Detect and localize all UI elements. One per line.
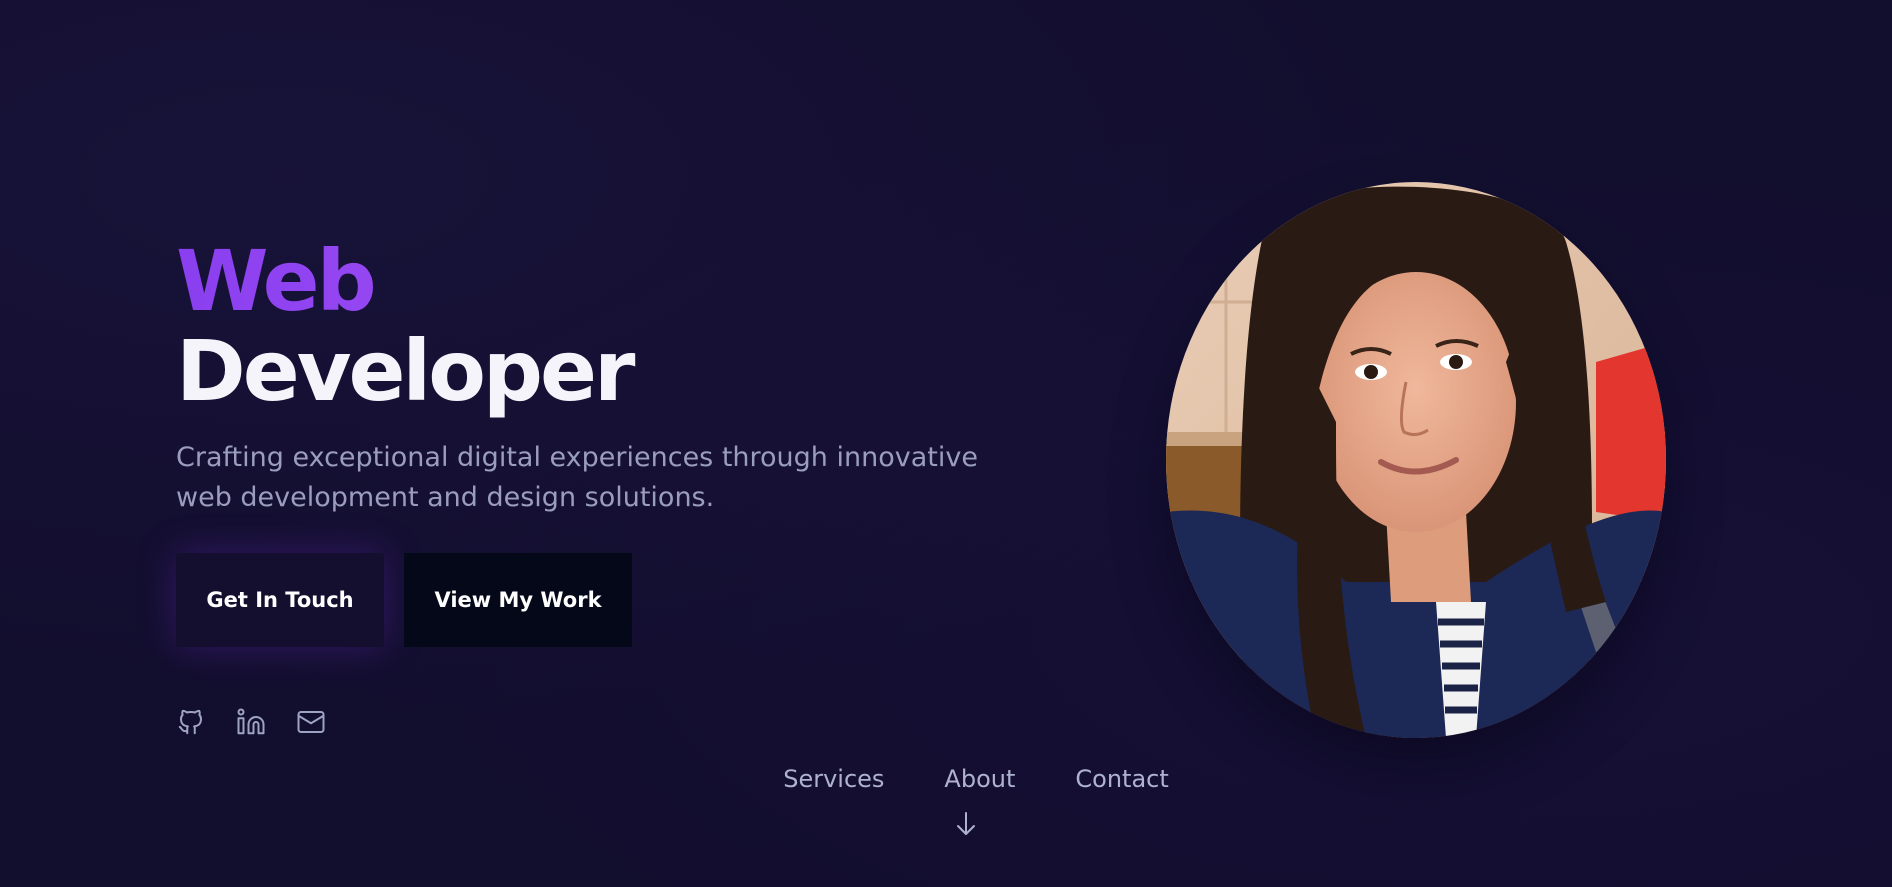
nav-link-contact[interactable]: Contact xyxy=(1075,762,1168,796)
hero-title-accent: Web xyxy=(176,236,1016,326)
hero-buttons: Get In Touch View My Work xyxy=(176,553,632,647)
bottom-nav: Services About Contact xyxy=(0,762,1892,796)
hero-text-block: Web Developer Crafting exceptional digit… xyxy=(176,236,1016,518)
hero-section: Web Developer Crafting exceptional digit… xyxy=(0,0,1892,887)
profile-photo-illustration xyxy=(1166,182,1666,738)
get-in-touch-button[interactable]: Get In Touch xyxy=(176,553,384,647)
social-links xyxy=(176,707,326,737)
github-icon[interactable] xyxy=(176,707,206,737)
profile-photo xyxy=(1166,182,1666,738)
linkedin-icon[interactable] xyxy=(236,707,266,737)
arrow-down-icon[interactable] xyxy=(954,810,978,838)
hero-subtitle: Crafting exceptional digital experiences… xyxy=(176,442,978,513)
hero-title: Developer xyxy=(176,322,635,420)
mail-icon[interactable] xyxy=(296,707,326,737)
nav-link-about[interactable]: About xyxy=(944,762,1015,796)
view-my-work-button[interactable]: View My Work xyxy=(404,553,632,647)
nav-link-services[interactable]: Services xyxy=(783,762,884,796)
